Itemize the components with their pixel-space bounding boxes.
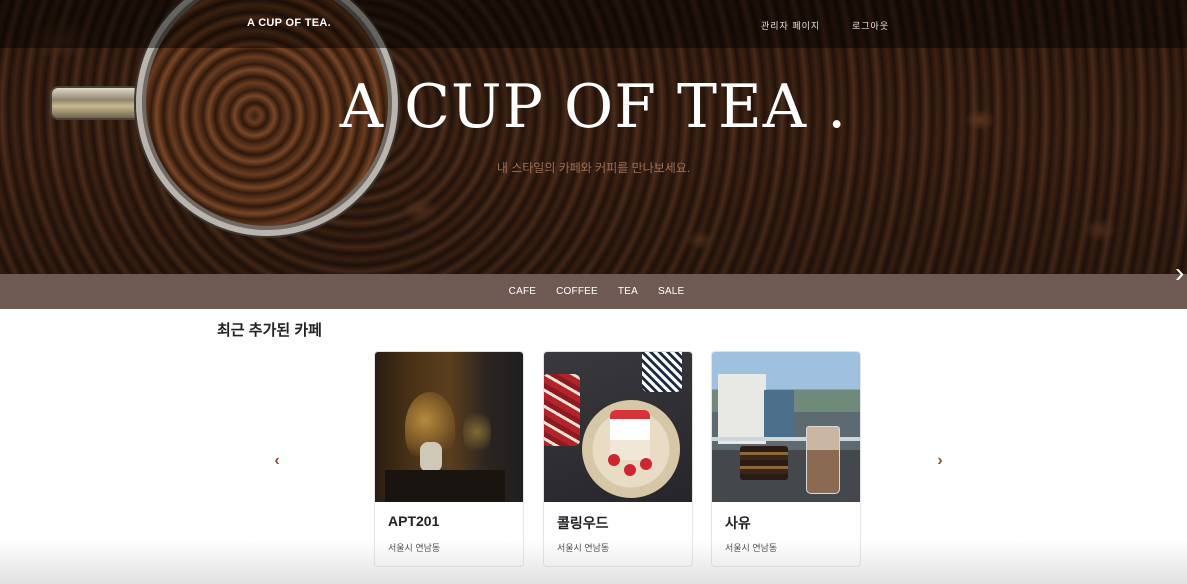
top-navbar: A CUP OF TEA. 관리자 페이지 로그아웃 [0,0,1187,48]
cafe-photo [544,352,692,502]
cafe-address: 서울시 연남동 [557,543,610,553]
logout-link[interactable]: 로그아웃 [852,19,889,32]
chevron-right-icon[interactable]: › [933,452,947,470]
cafe-card[interactable]: 콜링우드 서울시 연남동 [543,351,693,567]
category-tea[interactable]: TEA [618,286,638,297]
category-sale[interactable]: SALE [658,286,684,297]
hero-subtitle: 내 스타일의 카페와 커피를 만나보세요. [496,161,691,175]
cafe-address: 서울시 연남동 [388,543,441,553]
brand-logo[interactable]: A CUP OF TEA. [247,17,331,29]
chevron-left-icon[interactable]: ‹ [270,452,284,470]
cafe-name: 사유 [725,515,751,531]
cafe-name: 콜링우드 [557,515,609,531]
category-coffee[interactable]: COFFEE [556,286,598,297]
cafe-photo [375,352,523,502]
section-title: 최근 추가된 카페 [217,322,322,339]
cafe-card[interactable]: 사유 서울시 연남동 [711,351,861,567]
hero-title: A CUP OF TEA . [339,72,848,142]
admin-page-link[interactable]: 관리자 페이지 [761,19,820,32]
category-nav: CAFE COFFEE TEA SALE [0,274,1187,309]
cafe-name: APT201 [388,513,440,529]
cafe-address: 서울시 연남동 [725,543,778,553]
category-cafe[interactable]: CAFE [509,286,536,297]
cafe-photo [712,352,860,502]
chevron-right-icon[interactable]: › [1175,258,1187,288]
cafe-card[interactable]: APT201 서울시 연남동 [374,351,524,567]
